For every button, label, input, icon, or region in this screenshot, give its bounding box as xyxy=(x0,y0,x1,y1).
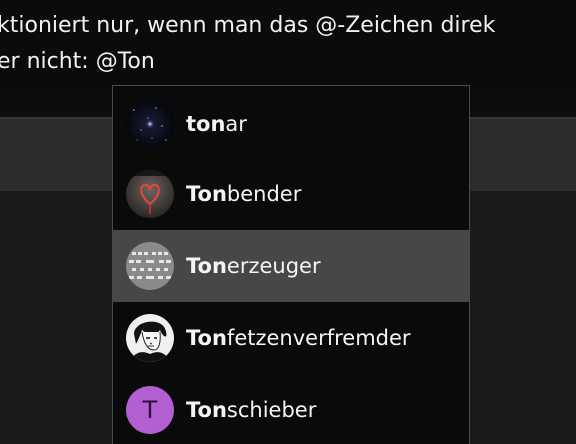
suggestion-label: Tonerzeuger xyxy=(186,254,321,278)
suggestion-label: Tonfetzenverfremder xyxy=(186,326,411,350)
starfield-avatar xyxy=(126,100,174,148)
suggestion-item-tonar[interactable]: tonar xyxy=(113,88,469,160)
suggestion-item-tonbender[interactable]: Tonbender xyxy=(113,158,469,230)
match-text: Ton xyxy=(186,398,227,422)
match-text: ton xyxy=(186,112,226,136)
suggestion-item-tonerzeuger[interactable]: Tonerzeuger xyxy=(113,230,469,302)
suggestion-label: Tonschieber xyxy=(186,398,316,422)
mention-suggestion-list: tonar Tonbender Tonerzeuger Tonfetzenver… xyxy=(112,85,470,444)
letter-avatar: T xyxy=(126,386,174,434)
heart-avatar xyxy=(126,170,174,218)
rest-text: erzeuger xyxy=(226,254,321,278)
match-text: Ton xyxy=(186,182,227,206)
suggestion-label: tonar xyxy=(186,112,247,136)
page: ktioniert nur, wenn man das @-Zeichen di… xyxy=(0,0,576,444)
portrait-avatar xyxy=(126,314,174,362)
rest-text: ar xyxy=(225,112,247,136)
message-input[interactable]: ktioniert nur, wenn man das @-Zeichen di… xyxy=(0,0,576,90)
match-text: Ton xyxy=(186,254,227,278)
rest-text: bender xyxy=(226,182,302,206)
match-text: Ton xyxy=(186,326,227,350)
suggestion-item-tonschieber[interactable]: T Tonschieber xyxy=(113,374,469,444)
rest-text: schieber xyxy=(226,398,317,422)
pattern-avatar xyxy=(126,242,174,290)
message-text-line-2: er nicht: @Ton xyxy=(0,49,155,74)
message-text-line-1: ktioniert nur, wenn man das @-Zeichen di… xyxy=(0,13,496,38)
suggestion-item-tonfetzenverfremder[interactable]: Tonfetzenverfremder xyxy=(113,302,469,374)
rest-text: fetzenverfremder xyxy=(226,326,411,350)
suggestion-label: Tonbender xyxy=(186,182,301,206)
